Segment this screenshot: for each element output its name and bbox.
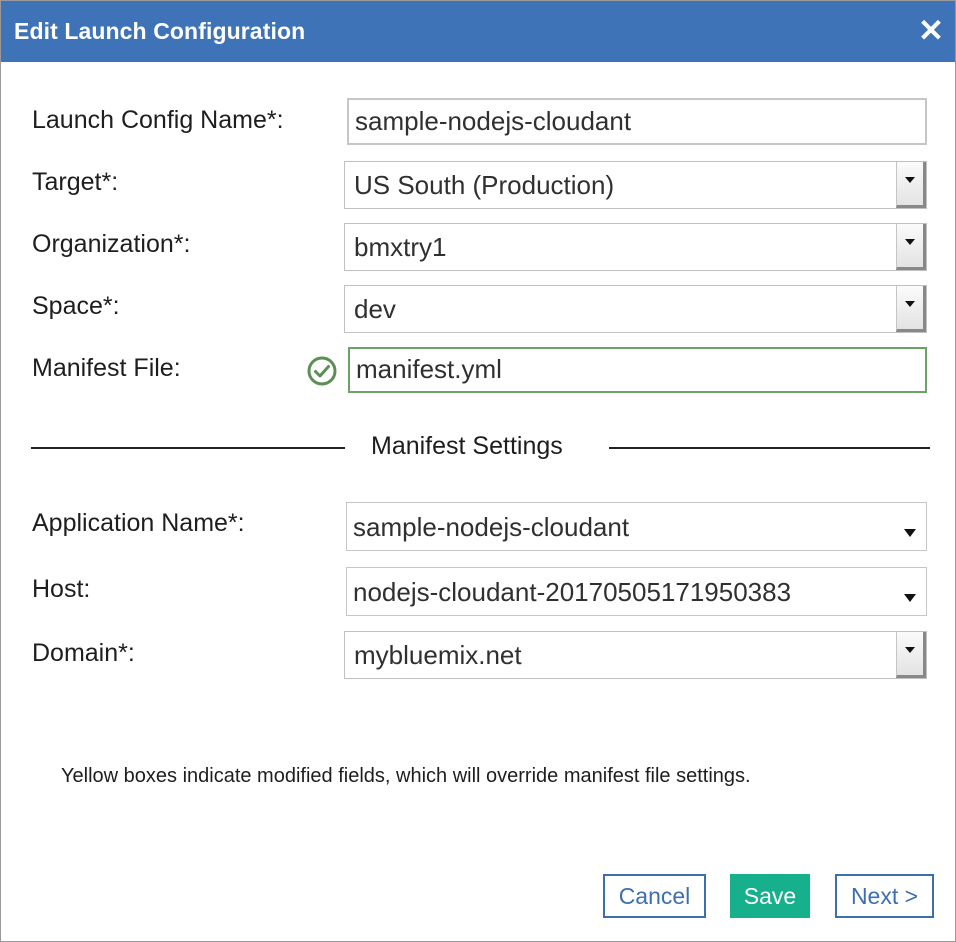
launch-config-name-input[interactable]: sample-nodejs-cloudant	[347, 98, 927, 145]
section-divider-left	[31, 447, 345, 449]
dialog-title: Edit Launch Configuration	[14, 18, 306, 44]
launch-config-name-label: Launch Config Name*:	[32, 106, 284, 134]
domain-label: Domain*:	[32, 639, 135, 667]
manifest-file-input[interactable]: manifest.yml	[348, 347, 927, 393]
organization-label: Organization*:	[32, 230, 191, 258]
chevron-down-icon	[905, 647, 915, 653]
host-value: nodejs-cloudant-20170505171950383	[353, 577, 792, 607]
chevron-down-icon	[905, 239, 915, 245]
chevron-down-icon[interactable]	[904, 594, 916, 602]
host-combo[interactable]: nodejs-cloudant-20170505171950383	[346, 567, 927, 616]
domain-dropdown-button[interactable]	[896, 632, 926, 678]
application-name-value: sample-nodejs-cloudant	[353, 512, 630, 542]
space-select[interactable]: dev	[344, 285, 927, 333]
domain-select-value: mybluemix.net	[354, 640, 522, 670]
chevron-down-icon[interactable]	[904, 529, 916, 537]
target-select-value: US South (Production)	[354, 170, 615, 200]
space-select-value: dev	[354, 294, 396, 324]
organization-dropdown-button[interactable]	[896, 224, 926, 270]
chevron-down-icon	[905, 301, 915, 307]
application-name-label: Application Name*:	[32, 509, 245, 537]
host-label: Host:	[32, 575, 91, 603]
next-button[interactable]: Next >	[835, 874, 934, 918]
target-dropdown-button[interactable]	[896, 162, 926, 208]
close-icon[interactable]: ✕	[916, 15, 946, 47]
cancel-button[interactable]: Cancel	[603, 874, 706, 918]
manifest-settings-heading: Manifest Settings	[371, 432, 563, 460]
target-select[interactable]: US South (Production)	[344, 161, 927, 209]
edit-launch-config-dialog: Edit Launch Configuration ✕ Launch Confi…	[0, 0, 956, 942]
space-dropdown-button[interactable]	[896, 286, 926, 332]
organization-select[interactable]: bmxtry1	[344, 223, 927, 271]
dialog-titlebar: Edit Launch Configuration ✕	[1, 1, 955, 62]
space-label: Space*:	[32, 292, 120, 320]
organization-select-value: bmxtry1	[354, 232, 447, 262]
section-divider-right	[609, 447, 930, 449]
check-circle-icon	[307, 356, 337, 386]
application-name-combo[interactable]: sample-nodejs-cloudant	[346, 502, 927, 551]
chevron-down-icon	[905, 177, 915, 183]
target-label: Target*:	[32, 168, 119, 196]
modified-fields-note: Yellow boxes indicate modified fields, w…	[61, 765, 751, 787]
save-button[interactable]: Save	[730, 874, 810, 918]
manifest-file-label: Manifest File:	[32, 354, 181, 382]
domain-select[interactable]: mybluemix.net	[344, 631, 927, 679]
